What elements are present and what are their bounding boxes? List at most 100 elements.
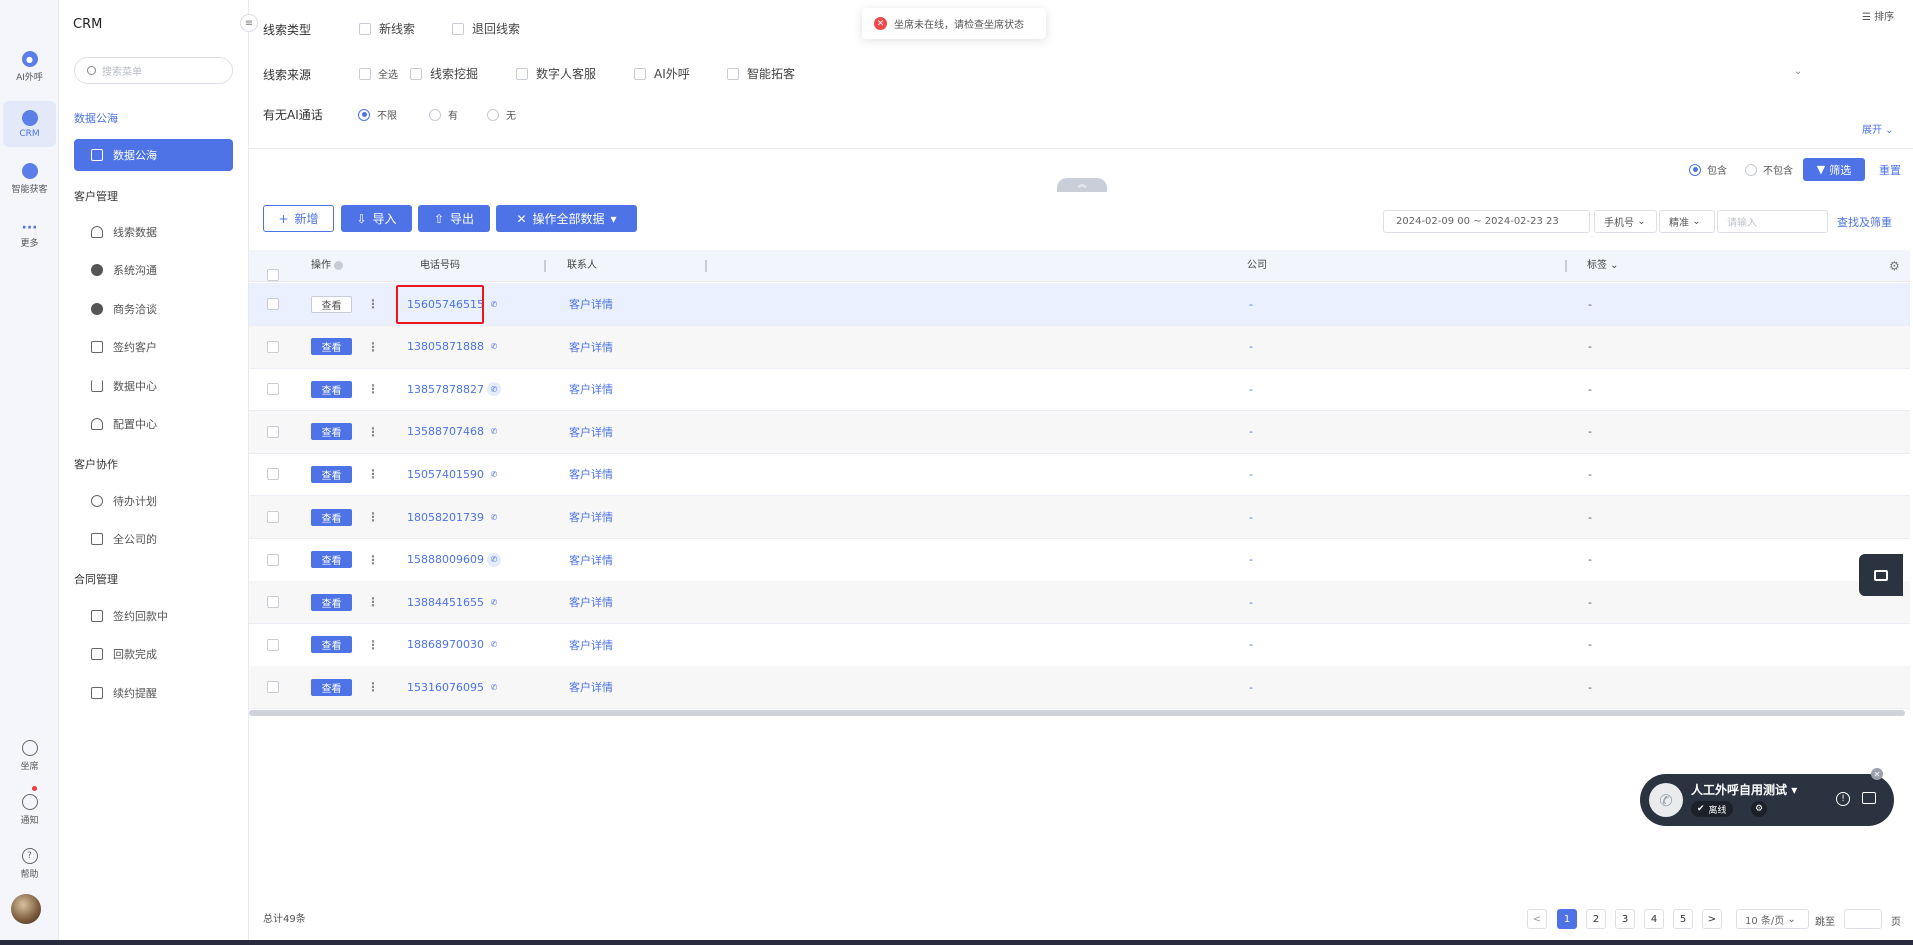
radio-button[interactable] [429,108,441,121]
row-checkbox[interactable] [267,340,279,353]
collapse-filters-toggle[interactable]: ︽ [1057,178,1107,192]
radio-button[interactable] [487,108,499,121]
checkbox[interactable] [634,67,646,80]
call-phone-icon[interactable]: ✆ [487,368,501,410]
call-phone-icon[interactable]: ✆ [487,624,501,666]
search-input[interactable]: 请输入 [1717,210,1828,233]
filter-button[interactable]: ▼ 筛选 [1803,158,1865,181]
view-button[interactable]: 查看 [311,338,352,356]
page-4[interactable]: 4 [1644,909,1664,929]
phone-number-link[interactable]: 18058201739 [407,511,484,524]
select-all-checkbox[interactable] [267,260,279,281]
row-checkbox[interactable] [267,425,279,438]
rail-item-smart-acquire[interactable]: 智能获客 [3,156,56,202]
checkbox[interactable] [516,67,528,80]
table-row[interactable]: 查看 ⋮ 13805871888 ✆ 客户详情 - - [249,325,1910,369]
date-range-picker[interactable]: 2024-02-09 00 ~ 2024-02-23 23 [1383,210,1590,233]
more-actions-kebab-icon[interactable]: ⋮ [367,624,379,666]
view-button[interactable]: 查看 [311,423,352,441]
find-dedupe-link[interactable]: 查找及筛重 [1837,214,1892,230]
radio-include[interactable]: 包含 [1689,162,1727,177]
option-ai-call[interactable]: AI外呼 [634,65,690,82]
checkbox[interactable] [410,67,422,80]
radio-yes[interactable]: 有 [429,107,458,122]
phone-icon[interactable]: ✆ [1649,783,1683,817]
more-actions-kebab-icon[interactable]: ⋮ [367,326,379,368]
header-tags[interactable]: 标签 ⌄ [1587,250,1619,282]
customer-detail-link[interactable]: 客户详情 [569,594,613,610]
phone-number-link[interactable]: 13857878827 [407,383,484,396]
call-phone-icon[interactable]: ✆ [487,496,501,538]
view-button[interactable]: 查看 [311,465,352,483]
phone-number-link[interactable]: 13884451655 [407,596,484,609]
match-select[interactable]: 精准 ⌄ [1659,210,1715,233]
sidebar-item-todo[interactable]: 待办计划 [74,485,233,517]
call-phone-icon[interactable]: ✆ [487,666,501,708]
jump-page-input[interactable] [1844,909,1882,929]
more-actions-kebab-icon[interactable]: ⋮ [367,283,379,325]
customer-detail-link[interactable]: 客户详情 [569,296,613,312]
page-1[interactable]: 1 [1557,909,1577,929]
rail-item-help[interactable]: ? 帮助 [3,841,56,887]
customer-detail-link[interactable]: 客户详情 [569,637,613,653]
sidebar-item-system-comm[interactable]: 系统沟通 [74,254,233,286]
option-digital-human[interactable]: 数字人客服 [516,65,596,82]
more-actions-kebab-icon[interactable]: ⋮ [367,368,379,410]
more-actions-kebab-icon[interactable]: ⋮ [367,411,379,453]
status-badge[interactable]: ✔ 离线 [1691,801,1733,817]
chat-fab-button[interactable] [1859,554,1903,596]
row-checkbox[interactable] [267,511,279,523]
prev-page-button[interactable]: < [1527,909,1547,929]
table-row[interactable]: 查看 ⋮ 13857878827 ✆ 客户详情 - - [249,368,1910,412]
row-checkbox[interactable] [267,553,279,566]
row-checkbox[interactable] [267,468,279,481]
reset-link[interactable]: 重置 [1879,162,1901,178]
chevron-down-icon[interactable]: ⌄ [1794,66,1802,77]
row-checkbox[interactable] [267,638,279,651]
minimize-icon[interactable] [1862,792,1876,804]
column-resizer[interactable] [1565,260,1567,272]
sidebar-item-config-center[interactable]: 配置中心 [74,408,233,440]
page-size-select[interactable]: 10 条/页 ⌄ [1736,909,1809,929]
column-settings-gear-icon[interactable]: ⚙ [1889,250,1900,282]
phone-number-link[interactable]: 15888009609 [407,553,484,566]
customer-detail-link[interactable]: 客户详情 [569,466,613,482]
view-button[interactable]: 查看 [311,295,352,313]
customer-detail-link[interactable]: 客户详情 [569,381,613,397]
operate-all-button[interactable]: ✕ 操作全部数据 ▾ [496,205,637,232]
sidebar-item-signed-customer[interactable]: 签约客户 [74,331,233,363]
import-button[interactable]: ⇩ 导入 [341,205,412,232]
table-row[interactable]: 查看 ⋮ 15605746515 ✆ 客户详情 - - [249,283,1910,326]
row-checkbox[interactable] [267,596,279,609]
more-actions-kebab-icon[interactable]: ⋮ [367,666,379,708]
page-3[interactable]: 3 [1615,909,1635,929]
radio-unlimited[interactable]: 不限 [358,107,397,122]
call-phone-icon[interactable]: ✆ [487,411,501,453]
more-actions-kebab-icon[interactable]: ⋮ [367,539,379,581]
table-row[interactable]: 查看 ⋮ 13884451655 ✆ 客户详情 - - [249,581,1910,625]
info-icon[interactable]: ! [1836,792,1850,806]
field-select[interactable]: 手机号 ⌄ [1594,210,1657,233]
page-5[interactable]: 5 [1673,909,1693,929]
customer-detail-link[interactable]: 客户详情 [569,424,613,440]
option-smart-expand[interactable]: 智能拓客 [727,65,795,82]
more-actions-kebab-icon[interactable]: ⋮ [367,453,379,495]
customer-detail-link[interactable]: 客户详情 [569,509,613,525]
view-button[interactable]: 查看 [311,593,352,611]
sidebar-item-whole-company[interactable]: 全公司的 [74,523,233,555]
sidebar-item-collected[interactable]: 回款完成 [74,638,233,670]
next-page-button[interactable]: > [1702,909,1722,929]
sidebar-item-renewal[interactable]: 续约提醒 [74,677,233,709]
sidebar-item-data-pool[interactable]: 数据公海 [74,139,233,171]
sidebar-item-collecting[interactable]: 签约回款中 [74,600,233,632]
customer-detail-link[interactable]: 客户详情 [569,679,613,695]
view-button[interactable]: 查看 [311,380,352,398]
row-checkbox[interactable] [267,383,279,396]
call-phone-icon[interactable]: ✆ [487,453,501,495]
phone-number-link[interactable]: 13805871888 [407,340,484,353]
close-icon[interactable]: ✕ [1871,768,1883,780]
call-phone-icon[interactable]: ✆ [487,326,501,368]
radio-button[interactable] [358,108,370,121]
checkbox[interactable] [452,22,464,35]
checkbox[interactable] [267,269,279,281]
